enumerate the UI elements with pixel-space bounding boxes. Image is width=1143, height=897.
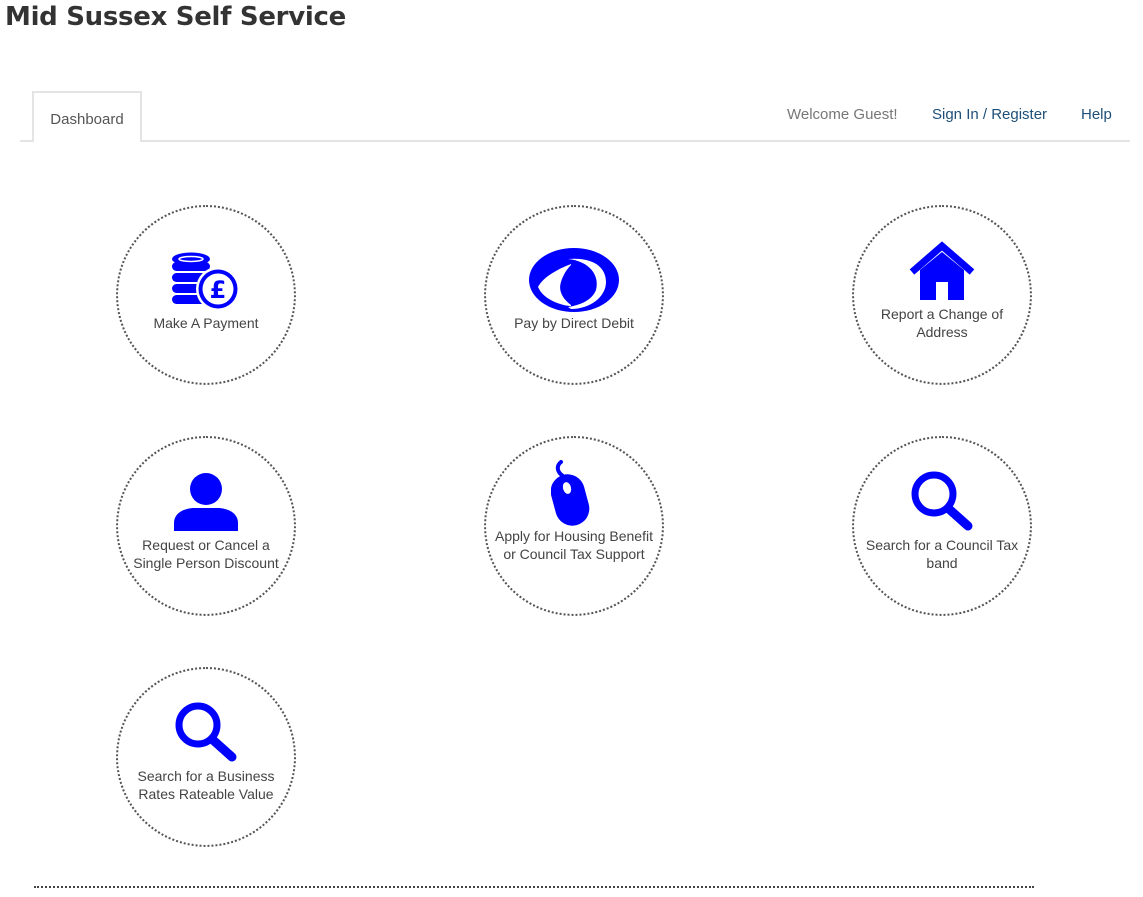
single-person-discount-tile[interactable]: Request or Cancel a Single Person Discou…: [116, 436, 296, 616]
housing-benefit-tile[interactable]: Apply for Housing Benefit or Council Tax…: [484, 436, 664, 616]
report-change-of-address-tile[interactable]: Report a Change of Address: [852, 205, 1032, 385]
house-icon: [908, 240, 976, 305]
magnifier-icon: [909, 470, 975, 537]
help-link[interactable]: Help: [1081, 105, 1112, 125]
council-tax-band-search-tile[interactable]: Search for a Council Tax band: [852, 436, 1032, 616]
mouse-icon: [550, 460, 597, 531]
footer-divider: [34, 886, 1034, 888]
business-rates-search-tile[interactable]: Search for a Business Rates Rateable Val…: [116, 667, 296, 847]
nav-divider: [20, 140, 1130, 142]
direct-debit-tile[interactable]: Pay by Direct Debit: [484, 205, 664, 385]
sign-in-register-link[interactable]: Sign In / Register: [932, 105, 1047, 125]
tile-label: Search for a Council Tax band: [865, 537, 1019, 571]
person-icon: [173, 473, 239, 536]
tile-label: Make A Payment: [153, 315, 259, 331]
direct-debit-icon: [528, 247, 620, 318]
make-payment-tile[interactable]: £ Make A Payment: [116, 205, 296, 385]
coins-pound-icon: £: [171, 251, 241, 318]
magnifier-icon: [173, 701, 239, 768]
tile-label: Report a Change of Address: [880, 306, 1004, 340]
tab-dashboard[interactable]: Dashboard: [32, 91, 142, 142]
tile-label: Search for a Business Rates Rateable Val…: [137, 768, 275, 802]
welcome-text: Welcome Guest!: [787, 106, 898, 123]
tile-label: Pay by Direct Debit: [514, 315, 634, 331]
tile-label: Request or Cancel a Single Person Discou…: [133, 537, 279, 571]
svg-text:£: £: [210, 276, 227, 304]
tile-label: Apply for Housing Benefit or Council Tax…: [495, 528, 653, 562]
site-title: Mid Sussex Self Service: [5, 2, 346, 32]
